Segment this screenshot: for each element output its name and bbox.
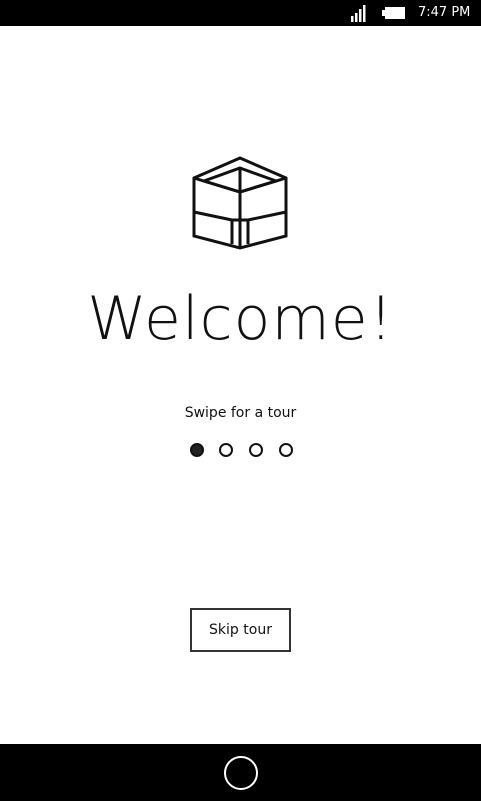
- page-indicator: [188, 442, 298, 458]
- page-dot-2[interactable]: [219, 443, 233, 457]
- skip-tour-button[interactable]: Skip tour: [190, 608, 291, 652]
- navigation-bar: [0, 744, 481, 801]
- status-bar: 7:47 PM: [0, 0, 481, 26]
- cube-icon: [192, 156, 288, 250]
- home-button-icon[interactable]: [224, 756, 258, 790]
- swipe-hint: Swipe for a tour: [184, 405, 297, 421]
- cellular-signal-icon: [351, 5, 366, 22]
- page-dot-1[interactable]: [190, 443, 204, 457]
- status-time: 7:47 PM: [418, 5, 471, 20]
- page-dot-4[interactable]: [279, 443, 293, 457]
- page-dot-3[interactable]: [249, 443, 263, 457]
- battery-icon: [382, 7, 405, 19]
- welcome-title: Welcome!: [87, 284, 394, 354]
